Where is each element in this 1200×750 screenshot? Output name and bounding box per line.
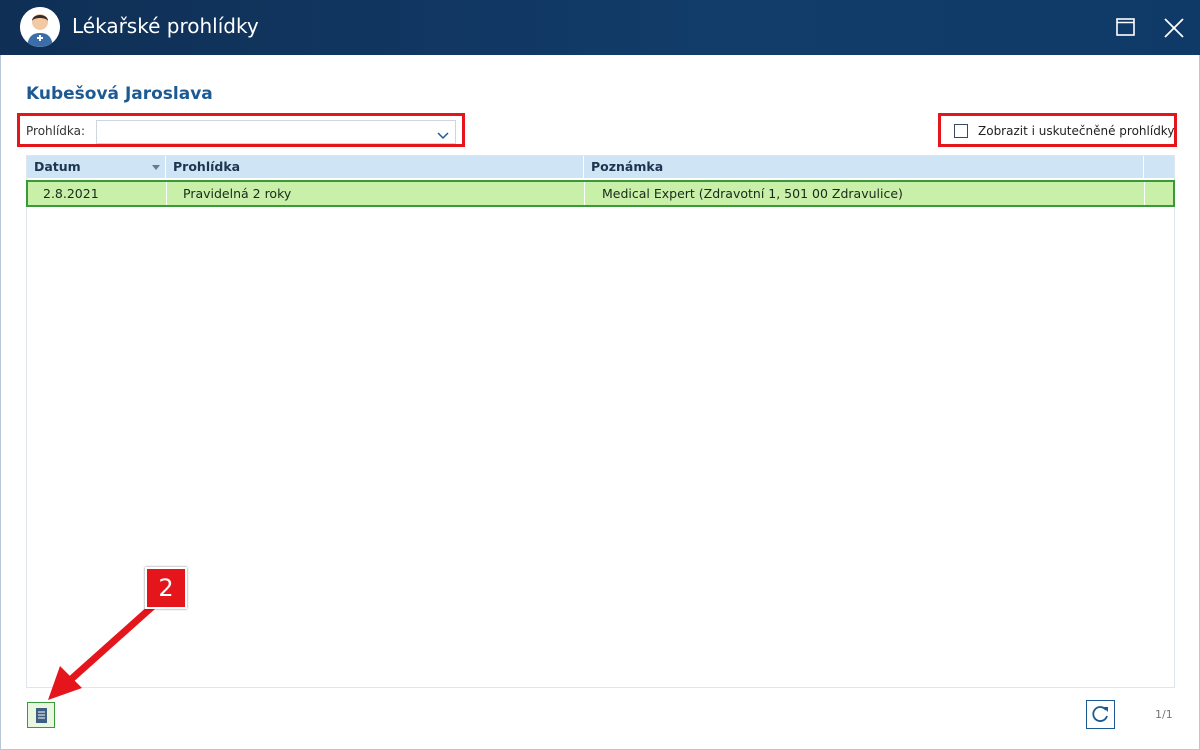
cell-prohlidka: Pravidelná 2 roky — [167, 182, 585, 205]
annotation-badge: 2 — [145, 567, 187, 609]
doctor-avatar-icon — [20, 7, 60, 47]
column-header-poznamka[interactable]: Poznámka — [584, 156, 1144, 178]
table-row[interactable]: 2.8.2021 Pravidelná 2 roky Medical Exper… — [26, 180, 1175, 207]
pager-text: 1/1 — [1155, 708, 1173, 721]
cell-datum: 2.8.2021 — [28, 182, 167, 205]
document-icon — [28, 708, 54, 731]
column-header-datum[interactable]: Datum — [27, 156, 166, 178]
table-header: Datum Prohlídka Poznámka — [27, 156, 1174, 178]
window-titlebar: Lékařské prohlídky — [0, 0, 1200, 55]
cell-poznamka: Medical Expert (Zdravotní 1, 501 00 Zdra… — [585, 182, 1145, 205]
patient-name: Kubešová Jaroslava — [26, 84, 213, 104]
close-icon[interactable] — [1160, 14, 1188, 42]
column-header-label: Datum — [34, 159, 81, 174]
refresh-icon — [1087, 706, 1114, 732]
column-header-prohlidka[interactable]: Prohlídka — [166, 156, 584, 178]
show-completed-label[interactable]: Zobrazit i uskutečněné prohlídky — [978, 124, 1174, 138]
exams-table: Datum Prohlídka Poznámka 2.8.2021 Pravid… — [26, 155, 1175, 688]
maximize-icon[interactable] — [1112, 14, 1140, 42]
filter-label: Prohlídka: — [26, 124, 86, 138]
document-button[interactable] — [27, 702, 55, 728]
prohlidka-select[interactable] — [96, 120, 456, 144]
refresh-button[interactable] — [1086, 700, 1115, 729]
show-completed-checkbox[interactable] — [954, 124, 968, 138]
window-title: Lékařské prohlídky — [72, 14, 259, 38]
chevron-down-icon[interactable] — [437, 126, 449, 145]
